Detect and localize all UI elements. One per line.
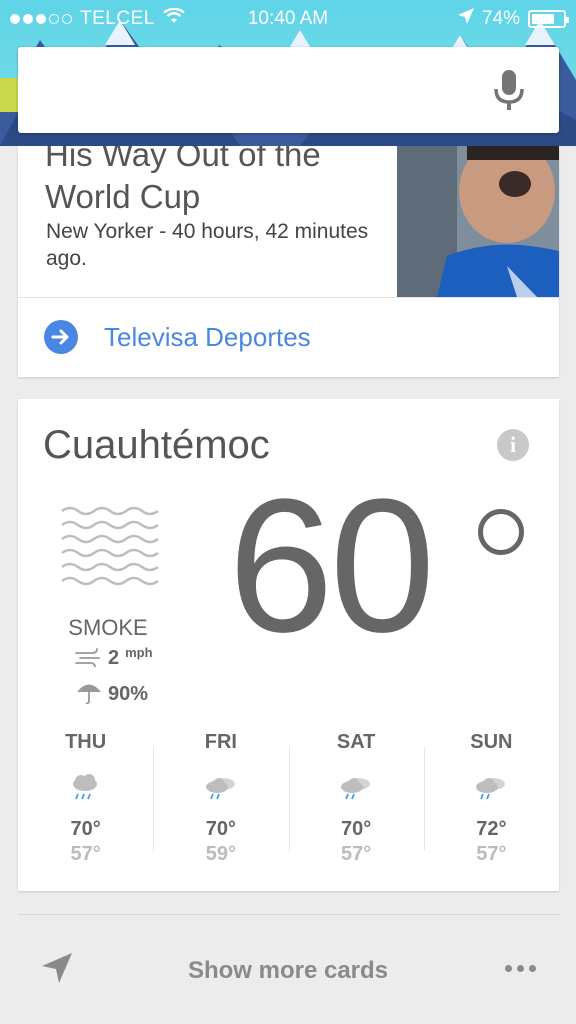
news-photo[interactable]: [397, 146, 559, 297]
news-source-time: New Yorker - 40 hours, 42 minutes ago.: [46, 220, 369, 270]
microphone-icon[interactable]: [493, 69, 525, 116]
show-more-cards-button[interactable]: Show more cards: [0, 957, 576, 985]
degree-symbol: [478, 509, 524, 555]
current-temperature: 60: [228, 460, 435, 672]
smoke-icon: [60, 503, 160, 598]
rain-info: 90%: [76, 679, 148, 710]
card-divider: [18, 297, 559, 298]
battery-icon: [528, 10, 569, 28]
status-bar: TELCEL 10:40 AM 74%: [0, 0, 576, 38]
info-icon[interactable]: i: [497, 429, 529, 461]
forecast-low: 57°: [341, 843, 372, 865]
weather-card[interactable]: Cuauhtémoc i SMOKE 2 mph 90% 60 THU 70° …: [18, 399, 559, 891]
partly-cloudy-rain-icon: [289, 762, 424, 812]
forecast-day-name: SAT: [336, 731, 376, 753]
forecast-row: THU 70° 57° FRI 70° 59° SAT 70° 57° SUN: [18, 729, 559, 865]
news-link-label: Televisa Deportes: [104, 321, 311, 352]
forecast-high: 70°: [205, 818, 236, 840]
televisa-deportes-link[interactable]: Televisa Deportes: [44, 320, 311, 354]
search-input[interactable]: [38, 67, 478, 113]
forecast-day: SAT 70° 57°: [288, 729, 424, 865]
forecast-low: 57°: [70, 843, 101, 865]
wind-icon: [74, 647, 102, 672]
forecast-high: 72°: [476, 818, 507, 840]
forecast-day: SUN 72° 57°: [423, 729, 559, 865]
wind-info: 2 mph: [74, 645, 153, 672]
rain-chance: 90%: [108, 683, 149, 705]
forecast-low: 57°: [476, 843, 507, 865]
news-headline[interactable]: His Way Out of the World Cup: [45, 146, 385, 218]
arrow-right-icon: [44, 320, 78, 354]
more-options-icon[interactable]: [505, 965, 536, 972]
forecast-day-name: THU: [65, 731, 107, 753]
bottom-bar: Show more cards: [0, 915, 576, 1024]
weather-condition: SMOKE: [68, 615, 148, 640]
forecast-day-name: SUN: [470, 731, 513, 753]
news-card[interactable]: His Way Out of the World Cup New Yorker …: [18, 146, 559, 377]
forecast-day-name: FRI: [204, 731, 237, 753]
wind-unit: mph: [125, 645, 153, 660]
clock: 10:40 AM: [247, 8, 329, 29]
umbrella-icon: [76, 679, 102, 710]
rain-cloud-icon: [18, 762, 153, 812]
wind-speed: 2: [108, 647, 120, 669]
forecast-high: 70°: [341, 818, 372, 840]
forecast-day: THU 70° 57°: [18, 729, 153, 865]
forecast-low: 59°: [205, 843, 236, 865]
partly-cloudy-rain-icon: [153, 762, 288, 812]
search-bar: [18, 47, 559, 133]
forecast-high: 70°: [70, 818, 101, 840]
partly-cloudy-rain-icon: [424, 762, 559, 812]
forecast-day: FRI 70° 59°: [153, 729, 288, 865]
